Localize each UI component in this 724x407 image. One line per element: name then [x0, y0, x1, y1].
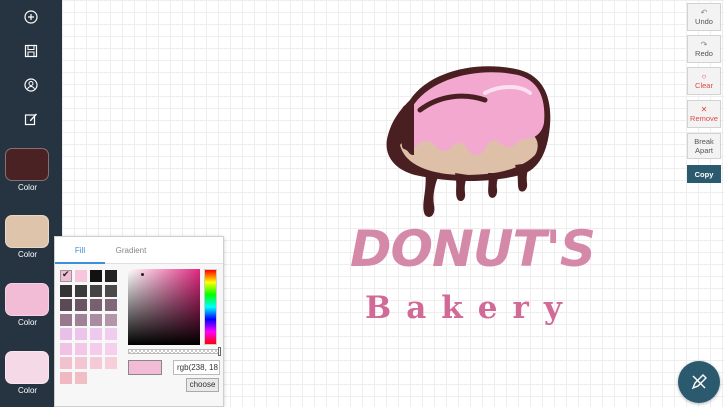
hue-slider[interactable]: [204, 269, 217, 345]
close-icon: ✕: [700, 104, 708, 114]
undo-icon: ↶: [700, 7, 708, 17]
layers-icon: [24, 78, 38, 92]
undo-button[interactable]: ↶ Undo: [687, 3, 721, 31]
palette-swatch[interactable]: [105, 284, 117, 297]
alpha-handle[interactable]: [218, 347, 221, 356]
palette-swatch[interactable]: [90, 313, 102, 326]
palette-swatch[interactable]: [60, 342, 72, 355]
swatch-label: Color: [17, 318, 38, 327]
color-swatch-4[interactable]: Color: [0, 351, 55, 407]
palette-swatch[interactable]: [90, 328, 102, 340]
remove-button[interactable]: ✕ Remove: [687, 100, 721, 128]
add-icon: [24, 10, 38, 24]
palette-swatch[interactable]: [105, 299, 117, 311]
palette-swatch[interactable]: [105, 270, 117, 282]
palette-swatch[interactable]: [75, 313, 87, 326]
palette-swatch[interactable]: [75, 284, 87, 297]
palette-swatch[interactable]: [60, 371, 72, 384]
copy-button[interactable]: Copy: [687, 165, 721, 183]
add-button[interactable]: [0, 0, 62, 34]
donut-illustration[interactable]: [370, 55, 560, 225]
palette-swatch[interactable]: [105, 357, 117, 369]
palette-swatch[interactable]: [60, 313, 72, 326]
color-value-input[interactable]: rgb(238, 18: [173, 360, 220, 375]
edit-button[interactable]: [0, 102, 62, 136]
swatch-color: [5, 283, 49, 316]
left-toolbar: Color Color Color Color: [0, 0, 62, 407]
color-swatch-3[interactable]: Color: [0, 283, 55, 345]
swatch-color: [5, 215, 49, 248]
swatch-color: [5, 148, 49, 181]
color-swatch-2[interactable]: Color: [0, 215, 55, 277]
sv-cursor: [141, 273, 144, 276]
palette-swatch[interactable]: [105, 313, 117, 326]
edit-icon: [24, 113, 37, 126]
palette-swatch[interactable]: [105, 342, 117, 355]
palette-swatch[interactable]: [60, 357, 72, 369]
save-button[interactable]: [0, 34, 62, 68]
tools-fab[interactable]: [678, 361, 720, 403]
layers-button[interactable]: [0, 68, 62, 102]
logo-subtitle[interactable]: Bakery: [365, 288, 562, 328]
palette-swatch[interactable]: [90, 342, 102, 355]
picker-tabs: Fill Gradient: [55, 237, 223, 264]
alpha-slider[interactable]: [128, 347, 221, 356]
color-picker-panel: Fill Gradient ✔ rgb(238, 18 choose: [54, 236, 224, 407]
tab-gradient[interactable]: Gradient: [105, 237, 157, 264]
remove-label: Remove: [690, 113, 718, 123]
palette-swatch[interactable]: ✔: [60, 269, 72, 282]
clear-button[interactable]: ○ Clear: [687, 67, 721, 95]
palette-swatch[interactable]: [90, 357, 102, 369]
pencil-ruler-icon: [691, 374, 707, 390]
palette-swatch[interactable]: [90, 299, 102, 311]
palette-swatch[interactable]: [75, 299, 87, 311]
tab-fill[interactable]: Fill: [55, 237, 105, 264]
swatch-label: Color: [17, 183, 38, 192]
palette-swatch[interactable]: [75, 357, 87, 369]
palette-swatch[interactable]: [75, 342, 87, 355]
palette-swatch[interactable]: [75, 371, 87, 384]
palette-swatch[interactable]: [90, 270, 102, 282]
redo-button[interactable]: ↷ Redo: [687, 35, 721, 63]
choose-button[interactable]: choose: [186, 378, 219, 392]
redo-icon: ↷: [700, 39, 708, 49]
palette-swatch[interactable]: [75, 328, 87, 340]
palette-swatch[interactable]: [90, 284, 102, 297]
copy-label: Copy: [694, 169, 714, 179]
palette-swatch[interactable]: [60, 299, 72, 311]
undo-label: Undo: [695, 16, 713, 26]
break-apart-button[interactable]: Break Apart: [687, 133, 721, 159]
check-icon: ✔: [62, 269, 70, 279]
logo-title[interactable]: DONUT'S: [350, 217, 596, 281]
swatch-label: Color: [17, 386, 38, 395]
palette-swatch[interactable]: [105, 328, 117, 340]
palette-swatch[interactable]: [60, 284, 72, 297]
saturation-value-area[interactable]: [128, 269, 200, 345]
palette-swatch[interactable]: [60, 328, 72, 340]
break-apart-label: Break Apart: [694, 137, 714, 155]
redo-label: Redo: [695, 48, 713, 58]
swatch-label: Color: [17, 250, 38, 259]
color-swatch-1[interactable]: Color: [0, 148, 55, 210]
clear-icon: ○: [701, 71, 707, 81]
save-icon: [24, 44, 38, 58]
color-preview: [128, 360, 162, 375]
clear-label: Clear: [695, 80, 713, 90]
palette-swatch[interactable]: [75, 270, 87, 282]
swatch-color: [5, 351, 49, 384]
